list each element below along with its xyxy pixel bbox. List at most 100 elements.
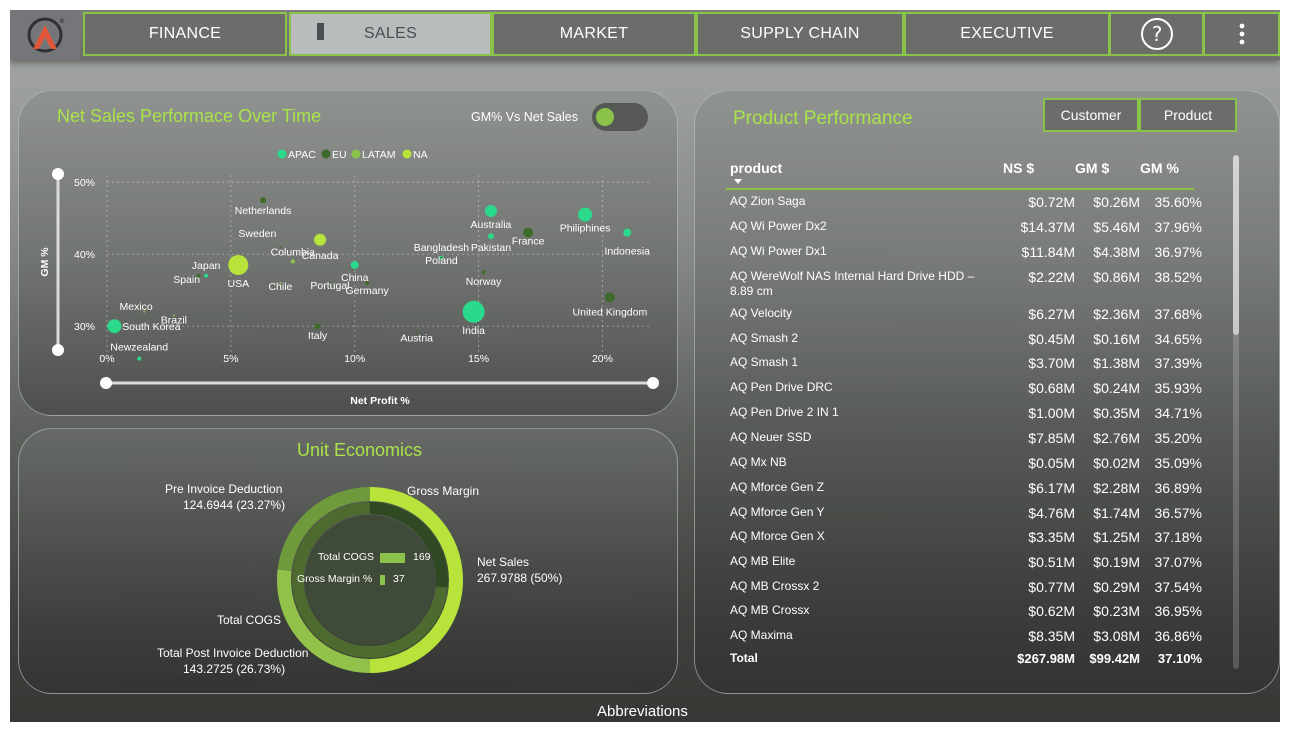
data-point-label: Mexico <box>120 301 153 313</box>
y-axis-title: GM % <box>39 247 51 277</box>
legend-label: LATAM <box>362 149 395 161</box>
data-point-label: Austria <box>400 332 433 344</box>
sort-arrow-icon[interactable] <box>734 179 742 184</box>
more-options-button[interactable] <box>1203 12 1280 56</box>
data-point-label: Chile <box>268 281 292 293</box>
column-header-ns[interactable]: NS $ <box>1003 160 1034 176</box>
ns-value: $6.17M <box>1028 480 1075 496</box>
x-range-slider-handle[interactable] <box>647 377 659 389</box>
product-name: AQ Wi Power Dx1 <box>730 244 827 258</box>
data-point-label: Brazil <box>161 314 187 326</box>
dashboard: ® FINANCE SALES MARKET SUPPLY CHAIN EXEC… <box>10 10 1280 722</box>
x-axis-title: Net Profit % <box>350 395 410 407</box>
legend-label: EU <box>332 149 347 161</box>
inner-gm-value: 37 <box>393 573 405 585</box>
product-name: AQ Velocity <box>730 306 793 320</box>
inner-gm-label: Gross Margin % <box>297 573 373 585</box>
data-point <box>604 292 615 303</box>
data-point-label: Portugal <box>310 280 349 292</box>
data-point <box>137 356 142 361</box>
ns-value: $0.77M <box>1028 579 1075 595</box>
x-range-slider-handle[interactable] <box>100 377 112 389</box>
gm-pct-value: 36.89% <box>1154 480 1202 496</box>
ns-value: $0.72M <box>1028 194 1075 210</box>
data-point <box>350 261 359 269</box>
total-cogs-label: Total COGS <box>217 613 282 627</box>
product-name: AQ Mforce Gen X <box>730 529 825 543</box>
gm-pct-value: 37.07% <box>1154 554 1202 570</box>
y-range-slider-handle[interactable] <box>52 344 64 356</box>
product-button[interactable]: Product <box>1139 98 1237 132</box>
pre-invoice-value: 124.6944 (23.27%) <box>183 498 286 512</box>
data-point <box>290 259 295 264</box>
gm-value: $0.35M <box>1093 405 1140 421</box>
legend-label: APAC <box>288 149 316 161</box>
gm-pct-value: 37.68% <box>1154 306 1202 322</box>
post-invoice-label: Total Post Invoice Deduction <box>157 646 309 660</box>
ns-value: $1.00M <box>1028 405 1075 421</box>
data-point <box>260 197 267 204</box>
data-point-label: United Kingdom <box>573 306 648 318</box>
product-name: AQ Zion Saga <box>730 194 806 208</box>
inner-cogs-label: Total COGS <box>318 551 375 563</box>
ns-value: $3.70M <box>1028 355 1075 371</box>
ns-value: $6.27M <box>1028 306 1075 322</box>
data-point <box>578 207 593 222</box>
gm-pct-value: 34.65% <box>1154 331 1202 347</box>
product-name: AQ Maxima <box>730 628 793 642</box>
gm-pct-value: 35.20% <box>1154 430 1202 446</box>
data-point-label: Bangladesh <box>414 242 470 254</box>
column-header-gm[interactable]: GM $ <box>1075 160 1109 176</box>
gm-value: $0.19M <box>1093 554 1140 570</box>
gm-pct-value: 35.60% <box>1154 194 1202 210</box>
tab-supply-chain[interactable]: SUPPLY CHAIN <box>696 12 904 56</box>
gm-pct-value: 37.39% <box>1154 355 1202 371</box>
ns-value: $0.05M <box>1028 455 1075 471</box>
product-name: AQ Wi Power Dx2 <box>730 219 827 233</box>
gm-pct-value: 34.71% <box>1154 405 1202 421</box>
inner-cogs-bar <box>380 553 405 563</box>
gm-pct-value: 35.09% <box>1154 455 1202 471</box>
abbreviations-link[interactable]: Abbreviations <box>597 703 688 720</box>
data-point-label: Norway <box>466 276 502 288</box>
gm-value: $1.38M <box>1093 355 1140 371</box>
column-header-product[interactable]: product <box>730 160 782 176</box>
legend-label: NA <box>413 149 428 161</box>
product-name: AQ Mforce Gen Z <box>730 480 825 494</box>
data-point-label: Australia <box>471 219 512 231</box>
data-point-label: Newzealand <box>110 342 168 354</box>
gm-pct-value: 38.52% <box>1154 269 1202 285</box>
help-button[interactable]: ? <box>1109 12 1204 56</box>
tab-executive[interactable]: EXECUTIVE <box>904 12 1110 56</box>
gm-value: $0.23M <box>1093 603 1140 619</box>
x-tick-label: 0% <box>99 353 114 365</box>
scrollbar-track[interactable] <box>1233 155 1239 669</box>
data-point-label: Germany <box>346 285 390 297</box>
y-tick-label: 50% <box>74 177 95 189</box>
y-tick-label: 30% <box>74 321 95 333</box>
data-point-label: France <box>512 236 545 248</box>
total-ns: $267.98M <box>1017 651 1075 666</box>
scrollbar-thumb[interactable] <box>1233 155 1239 335</box>
data-point <box>107 319 122 334</box>
gm-value: $0.16M <box>1093 331 1140 347</box>
total-gm-pct: 37.10% <box>1157 651 1202 666</box>
gm-value: $0.26M <box>1093 194 1140 210</box>
gross-margin-label: Gross Margin <box>407 484 480 498</box>
data-point <box>228 255 249 275</box>
data-point-label: Poland <box>425 255 458 267</box>
ns-value: $7.85M <box>1028 430 1075 446</box>
column-header-gm-pct[interactable]: GM % <box>1140 160 1179 176</box>
product-name: AQ Neuer SSD <box>730 430 812 444</box>
product-name: AQ WereWolf NAS Internal Hard Drive HDD … <box>730 269 975 298</box>
gm-pct-value: 37.18% <box>1154 529 1202 545</box>
gm-value: $5.46M <box>1093 219 1140 235</box>
customer-button[interactable]: Customer <box>1043 98 1139 132</box>
net-sales-label: Net Sales <box>477 555 530 569</box>
gm-pct-value: 36.95% <box>1154 603 1202 619</box>
pre-invoice-label: Pre Invoice Deduction <box>165 482 283 496</box>
y-range-slider-handle[interactable] <box>52 168 64 180</box>
gm-pct-value: 35.93% <box>1154 380 1202 396</box>
gm-value: $2.36M <box>1093 306 1140 322</box>
ns-value: $0.51M <box>1028 554 1075 570</box>
